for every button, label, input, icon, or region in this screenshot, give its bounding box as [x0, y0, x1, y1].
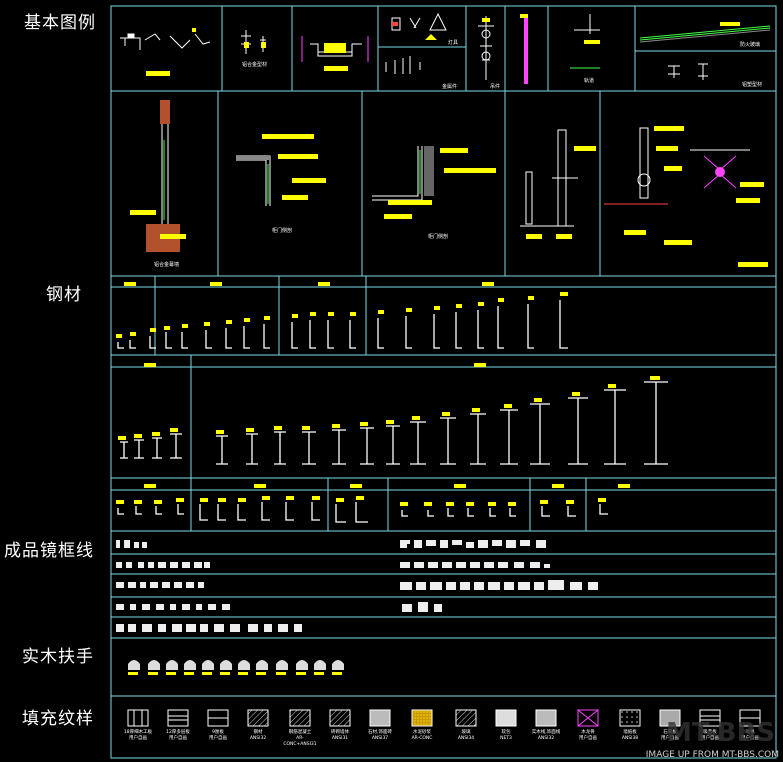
hatch-label: 石材,饰面砖 ANSI37: [368, 730, 392, 741]
label-alu-profile: 铝合金型材: [242, 61, 267, 68]
basic-anchor: [478, 16, 494, 80]
steel-ibeam-tags: [118, 376, 660, 440]
hatch-label: 砖砌墙体 ANSI31: [331, 730, 349, 741]
label-rail: 轨道: [584, 77, 594, 84]
basic-symbols-1: [120, 28, 211, 50]
hatch-label: 水泥砂浆 AR-CONC: [411, 730, 433, 741]
handrail-tags: [128, 672, 342, 675]
hatch-label: 钢材 ANSI32: [249, 730, 267, 741]
hatch-label: 木龙骨 用户自画: [579, 730, 597, 741]
hatch-label: 9厘板 用户自画: [209, 730, 227, 741]
steel-angle-header-tags: [144, 484, 630, 488]
label-bolt: 金属件: [442, 83, 457, 90]
basic-light-board: [668, 63, 708, 80]
label-light-board: 铝塑型材: [742, 81, 762, 88]
hatch-label: 墙纸板 ANSI38: [621, 730, 639, 741]
basic-symbols-2: [241, 30, 266, 54]
hatch-label: 18厚细木工板 用户自画: [123, 730, 153, 741]
detail-cabinet-b: [372, 146, 434, 201]
steel-angle-tags: [116, 496, 606, 506]
basic-hangers: [385, 12, 447, 74]
basic-rod: [520, 14, 528, 84]
label-plane-glass: 防火玻璃: [740, 41, 760, 48]
basic-light-box: [301, 36, 369, 62]
hatch-label: 实木线,饰面线 ANSI32: [531, 730, 561, 741]
frame-basic-second-row: [110, 90, 777, 277]
cad-drawing-canvas: 铝合金型材 灯具 金属件 吊件 轨道 防火玻璃 铝塑型材 铝合金幕墙 柜门侧剖 …: [110, 5, 777, 759]
detail-curtain-wall: [146, 100, 180, 252]
basic-glass-lines: [639, 22, 771, 43]
label-alu-curtain: 铝合金幕墙: [154, 261, 179, 268]
watermark-text: IMAGE UP FROM MT-BBS.COM: [645, 750, 779, 760]
hatch-label: 玻璃 ANSI34: [457, 730, 475, 741]
hatch-label: 12厚多层板 用户自画: [166, 730, 190, 741]
hatch-label: 钢筋混凝土 AR-CONC+ANSI31: [283, 730, 317, 747]
frame-steel-row-3: [110, 477, 777, 532]
label-light-box: 灯具: [448, 39, 458, 46]
hatch-label: 软包 NET3: [500, 730, 512, 741]
handrail-profiles: [128, 660, 344, 670]
frame-basic-top-row: [110, 5, 777, 92]
steel-channel-tags: [116, 292, 568, 338]
frame-steel-row-2: [110, 354, 777, 479]
label-cabinet-a: 柜门侧剖: [272, 227, 292, 234]
label-anchor: 吊件: [490, 83, 500, 90]
basic-rail: [570, 14, 600, 69]
label-cabinet-b: 柜门侧剖: [428, 233, 448, 240]
frame-steel-row-1: [110, 275, 777, 356]
detail-post: [520, 129, 578, 227]
watermark-logo: MT-BBS: [666, 718, 775, 748]
detail-cabinet-a: [236, 155, 271, 206]
